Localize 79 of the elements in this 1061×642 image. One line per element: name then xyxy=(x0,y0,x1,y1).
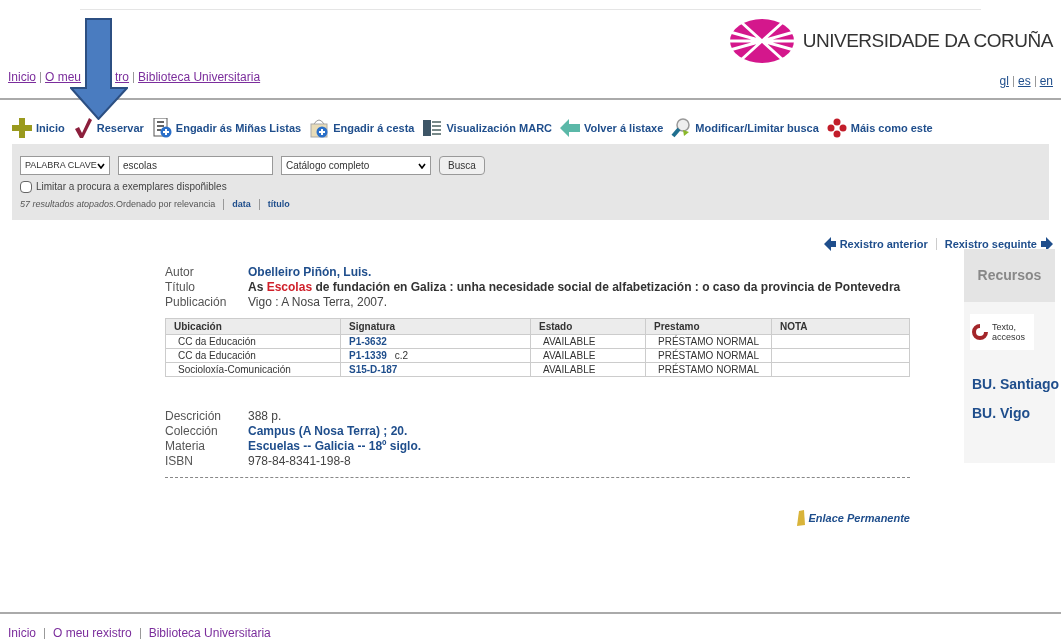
field-value: Vigo : A Nosa Terra, 2007. xyxy=(248,294,387,310)
sort-link[interactable]: título xyxy=(267,198,290,212)
toolbar-link[interactable]: Volver á listaxe xyxy=(560,118,664,138)
column-header: Estado xyxy=(530,318,646,334)
nav-link[interactable]: Biblioteca Universitaria xyxy=(138,68,261,86)
field-link[interactable]: Campus (A Nosa Terra) ; 20. xyxy=(248,423,408,439)
language-link[interactable]: en xyxy=(1039,72,1053,90)
university-name: UNIVERSIDADE DA CORUÑA xyxy=(802,28,1053,53)
list-add-icon xyxy=(151,118,172,138)
footer-link[interactable]: Inicio xyxy=(8,624,36,642)
field-label: Descrición xyxy=(165,408,222,424)
language-link[interactable]: es xyxy=(1017,72,1031,90)
field-label: Materia xyxy=(165,438,206,454)
search-field[interactable]: escolas xyxy=(118,156,273,175)
column-header: Ubicación xyxy=(165,318,341,334)
toolbar-link[interactable]: Visualización MARC xyxy=(422,118,553,138)
table-cell: PRÉSTAMO NORMAL xyxy=(645,348,772,362)
left-arrow-icon xyxy=(823,237,836,252)
nav-link[interactable]: Inicio xyxy=(8,68,36,86)
table-cell: Socioloxía-Comunicación xyxy=(165,362,341,376)
sort-link[interactable]: data xyxy=(232,198,251,212)
text-access-link[interactable]: Texto, accesos xyxy=(970,313,1034,350)
toolbar-link[interactable]: Engadir ás Miñas Listas xyxy=(151,118,302,138)
record-title: As Escolas de fundación en Galiza : unha necesidade social de alfabetización : o caso da provincia de Pontevedra xyxy=(248,279,901,295)
toolbar-link[interactable]: Inicio xyxy=(12,118,65,138)
field-link[interactable]: Obelleiro Piñón, Luis. xyxy=(248,264,372,280)
toolbar-link[interactable]: Reservar xyxy=(72,118,144,138)
toolbar-link[interactable]: Engadir á cesta xyxy=(309,118,415,138)
column-header: Signatura xyxy=(340,318,531,334)
library-link[interactable]: BU. Vigo xyxy=(972,402,1055,424)
table-cell: AVAILABLE xyxy=(530,348,646,362)
table-cell: PRÉSTAMO NORMAL xyxy=(645,362,772,376)
right-arrow-icon xyxy=(1041,237,1053,252)
document-lines-icon xyxy=(422,118,443,138)
toolbar-link[interactable]: Modificar/Limitar busca xyxy=(671,118,819,138)
copy-number: c.2 xyxy=(394,348,409,362)
footer-link[interactable]: Biblioteca Universitaria xyxy=(148,624,271,642)
column-header: Prestamo xyxy=(645,318,772,334)
table-cell: AVAILABLE xyxy=(530,362,646,376)
left-arrow-icon xyxy=(560,118,581,138)
footer-link[interactable]: O meu rexistro xyxy=(53,624,132,642)
call-number-link[interactable]: P1-3632 xyxy=(349,334,387,348)
dots-cluster-icon xyxy=(826,118,847,138)
plus-icon xyxy=(12,118,32,138)
swirl-logo-icon xyxy=(970,321,990,342)
previous-record-link[interactable]: Rexistro anterior xyxy=(823,236,928,253)
table-cell: AVAILABLE xyxy=(530,334,646,348)
index-select[interactable]: PALABRA CLAVE xyxy=(20,156,110,175)
field-value: 388 p. xyxy=(248,408,282,424)
toolbar-link[interactable]: Máis como este xyxy=(826,118,933,138)
chevron-down-icon xyxy=(97,162,105,169)
field-label: Colección xyxy=(165,423,219,439)
resources-heading: Recursos xyxy=(964,248,1055,302)
table-cell: PRÉSTAMO NORMAL xyxy=(645,334,772,348)
field-link[interactable]: Escuelas -- Galicia -- 18º siglo. xyxy=(248,438,422,454)
table-cell: CC da Educación xyxy=(165,334,341,348)
university-logo-icon xyxy=(728,18,795,64)
permanent-link[interactable]: Enlace Permanente xyxy=(795,509,910,526)
field-label: ISBN xyxy=(165,453,194,469)
table-cell: CC da Educación xyxy=(165,348,341,362)
limit-checkbox[interactable] xyxy=(20,180,32,193)
check-mark-icon xyxy=(72,118,93,138)
call-number-link[interactable]: P1-1339 xyxy=(349,348,387,362)
nav-link-fragment[interactable]: tro xyxy=(115,68,130,86)
chevron-down-icon xyxy=(418,162,426,169)
magnifier-icon xyxy=(671,118,692,138)
nav-link-fragment[interactable]: O meu xyxy=(45,68,82,86)
search-button[interactable]: Busca xyxy=(439,156,485,175)
field-label: Título xyxy=(165,279,196,295)
bookmark-icon xyxy=(795,509,805,526)
results-summary: 57 resultados atopados.Ordenado por relevancia xyxy=(20,198,216,211)
column-header: NOTA xyxy=(771,318,910,334)
limit-label: Limitar a procura a exemplares dispoñibles xyxy=(36,180,227,194)
bag-add-icon xyxy=(309,118,330,138)
catalog-select[interactable]: Catálogo completo xyxy=(281,156,431,175)
language-link[interactable]: gl xyxy=(999,72,1009,90)
field-label: Autor xyxy=(165,264,195,280)
field-label: Publicación xyxy=(165,294,228,310)
field-value: 978-84-8341-198-8 xyxy=(248,453,351,469)
